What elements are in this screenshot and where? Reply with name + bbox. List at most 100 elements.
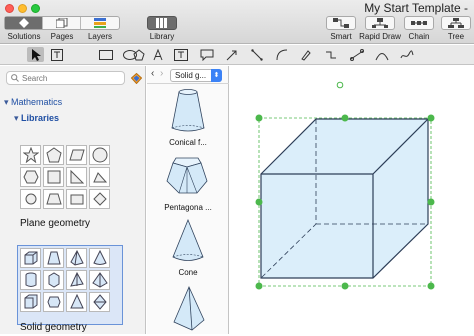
smart-button[interactable]: [326, 16, 356, 30]
tree-icon: [448, 18, 464, 28]
toolbar: My Start Template - Solutions Pages Laye…: [0, 0, 474, 44]
layers-icon: [94, 18, 106, 28]
triangle-shape-icon: [92, 172, 107, 183]
shape-thumb: [89, 248, 110, 268]
pen-icon: [300, 49, 311, 61]
shape-pyramid[interactable]: [172, 286, 206, 334]
shape-pentagonal-frustum[interactable]: [166, 155, 208, 199]
shape-thumb: [66, 270, 87, 290]
library-icon: [156, 18, 167, 28]
cone-shape-icon: [92, 250, 107, 265]
pages-icon: [55, 18, 67, 28]
minimize-window-button[interactable]: [18, 4, 27, 13]
rectangle-icon: [98, 49, 113, 60]
pyramid-shape-icon: [69, 250, 84, 266]
shape-thumb: [89, 189, 110, 209]
text-box-tool[interactable]: [172, 47, 189, 62]
view-segmented-control: [4, 16, 120, 30]
polygon-tool[interactable]: [130, 47, 147, 62]
shape-thumb: [43, 270, 64, 290]
library-home-icon: [130, 72, 143, 85]
tree-category-mathematics[interactable]: ▾ Mathematics: [4, 97, 62, 108]
star-shape-icon: [22, 147, 39, 163]
zoom-window-button[interactable]: [31, 4, 40, 13]
library-select[interactable]: Solid g... ⬍: [170, 69, 222, 82]
rhombus-shape-icon: [92, 192, 107, 206]
tree-category-label: Mathematics: [11, 97, 63, 107]
shape-thumb: [43, 167, 64, 187]
solid-geometry-thumbnails[interactable]: [20, 248, 110, 312]
chevron-right-icon[interactable]: ›: [160, 68, 163, 79]
text-frame-icon: [50, 48, 63, 61]
rectangle-tool[interactable]: [97, 47, 114, 62]
shape-conical-frustum[interactable]: [170, 88, 206, 138]
shape-thumb: [20, 270, 41, 290]
shape-thumb: [89, 167, 110, 187]
search-field[interactable]: [6, 71, 125, 85]
cube-shape-icon: [24, 251, 37, 265]
tree-subcategory-label: Libraries: [21, 113, 60, 123]
square-pyramid-shape-icon: [91, 272, 108, 288]
text-tool[interactable]: [149, 47, 166, 62]
library-name-plane-geometry[interactable]: Plane geometry: [20, 218, 90, 229]
solutions-button[interactable]: [5, 17, 43, 29]
shape-thumb: [43, 248, 64, 268]
cube-shape[interactable]: [260, 118, 429, 279]
text-box-icon: [173, 48, 188, 61]
shape-thumb: [89, 270, 110, 290]
connector-tool[interactable]: [348, 47, 365, 62]
shape-thumb: [66, 167, 87, 187]
layers-button[interactable]: [81, 17, 119, 29]
rapid-draw-label: Rapid Draw: [359, 32, 401, 41]
select-tool[interactable]: [27, 47, 44, 62]
smart-line-icon: [325, 51, 336, 58]
smart-line-tool[interactable]: [322, 47, 339, 62]
layers-label: Layers: [87, 32, 112, 41]
rotate-handle[interactable]: [336, 81, 344, 89]
drawing-tools-bar: [0, 45, 474, 65]
freehand-tool[interactable]: [398, 47, 415, 62]
close-window-button[interactable]: [5, 4, 14, 13]
curve-icon: [276, 49, 287, 60]
connector-icon: [349, 48, 364, 61]
library-shapes-panel: ‹ › Solid g... ⬍ Conical f... Pentagona …: [147, 66, 229, 334]
pentagon-shape-icon: [45, 147, 62, 163]
small-circle-shape-icon: [25, 193, 36, 205]
shape-thumb: [43, 145, 64, 165]
arrow-icon: [226, 50, 236, 60]
shape-thumb: [20, 167, 41, 187]
rapid-draw-button[interactable]: [365, 16, 395, 30]
search-input[interactable]: [22, 73, 122, 83]
shape-cone[interactable]: [171, 218, 205, 267]
arrow-tool[interactable]: [223, 47, 240, 62]
cylinder-shape-icon: [25, 272, 36, 287]
line-icon: [250, 48, 263, 61]
square-shape-icon: [47, 170, 60, 184]
chevron-left-icon[interactable]: ‹: [151, 68, 154, 79]
tree-button[interactable]: [441, 16, 471, 30]
disclosure-triangle-icon: ▾: [14, 113, 19, 123]
shape-thumb: [66, 248, 87, 268]
tree-subcategory-libraries[interactable]: ▾ Libraries: [14, 113, 59, 124]
library-name-solid-geometry[interactable]: Solid geometry: [20, 322, 87, 333]
pentagonal-frustum-icon: [166, 157, 208, 194]
shape-thumb: [43, 292, 64, 312]
bezier-connector-tool[interactable]: [373, 47, 390, 62]
shape-thumb: [20, 248, 41, 268]
line-tool[interactable]: [248, 47, 265, 62]
curve-tool[interactable]: [273, 47, 290, 62]
pyramid-icon: [173, 286, 205, 331]
pages-button[interactable]: [43, 17, 81, 29]
shape-thumb: [89, 292, 110, 312]
plane-geometry-thumbnails[interactable]: [20, 145, 110, 209]
tree-label: Tree: [447, 32, 465, 41]
shape-thumb: [66, 292, 87, 312]
frustum-shape-icon: [46, 251, 61, 265]
callout-tool[interactable]: [198, 47, 215, 62]
pen-tool[interactable]: [297, 47, 314, 62]
text-block-tool[interactable]: [48, 47, 65, 62]
drawing-canvas[interactable]: [230, 66, 474, 334]
library-home-button[interactable]: [130, 72, 143, 86]
library-button[interactable]: [147, 16, 177, 30]
chain-button[interactable]: [404, 16, 434, 30]
